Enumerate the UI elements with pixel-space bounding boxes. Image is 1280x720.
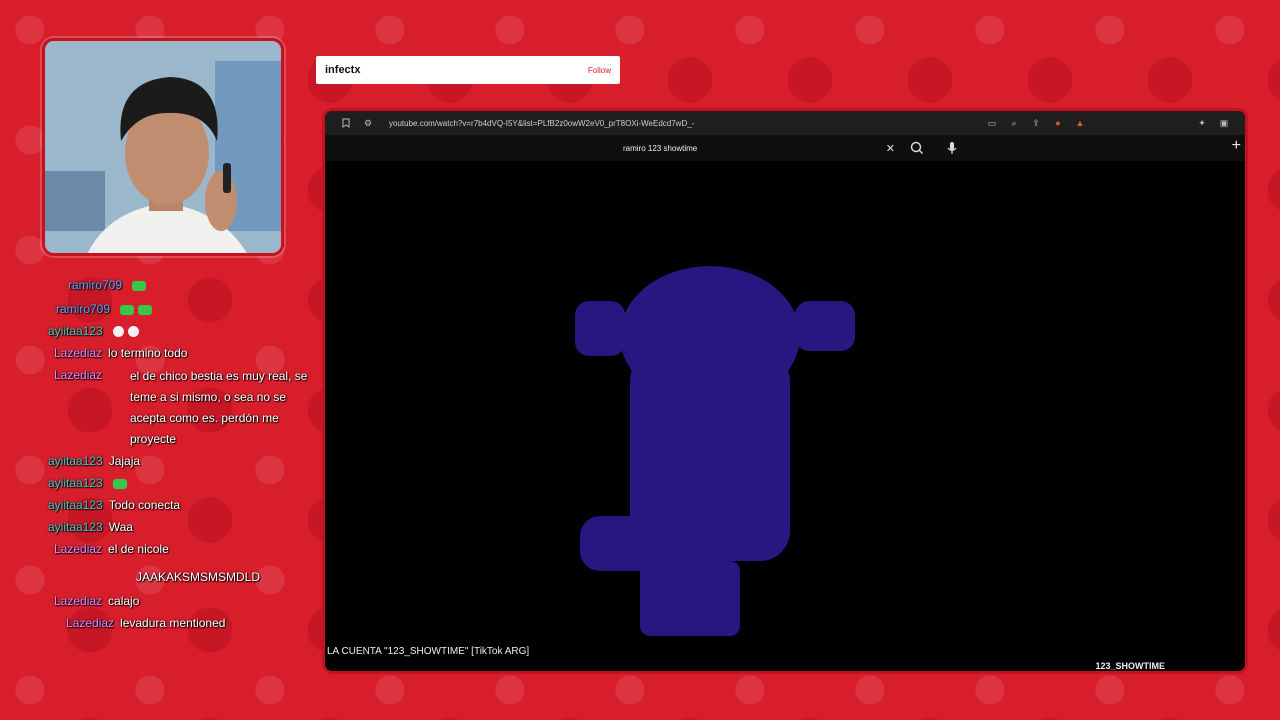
site-info-icon[interactable]: ⚙ (361, 116, 375, 130)
chat-text: el de nicole (108, 542, 169, 556)
emote-icon (138, 304, 153, 315)
extension-icon[interactable]: ● (1051, 116, 1065, 130)
chat-username: ramiro709 (68, 278, 123, 292)
chat-message: ramiro709 (68, 278, 147, 292)
chat-message: Lazediaz levadura mentioned (66, 616, 225, 630)
chat-text: lo termino todo (108, 346, 188, 360)
chat-message: JAAKAKSMSMSMDLD (136, 570, 260, 584)
chat-username: ayiitaa123 (48, 476, 103, 490)
chat-message: ramiro709 (56, 302, 153, 316)
chat-text: Waa (108, 520, 133, 534)
chat-message: ayiitaa123 Jajaja (48, 454, 140, 468)
extensions-puzzle-icon[interactable]: ✦ (1195, 116, 1209, 130)
alert-icon[interactable]: ▲ (1073, 116, 1087, 130)
emote-icon (132, 280, 147, 291)
chat-username: ayiitaa123 (48, 498, 103, 512)
share-icon[interactable]: ⇪ (1029, 116, 1043, 130)
search-query[interactable]: ramiro 123 showtime (623, 144, 886, 153)
emote-icon (120, 304, 135, 315)
channel-name[interactable]: 123_SHOWTIME (1095, 661, 1165, 671)
chat-username: Lazediaz (54, 542, 103, 556)
chat-username: ayiitaa123 (48, 454, 103, 468)
chat-username: ayiitaa123 (48, 324, 103, 338)
cast-icon[interactable]: ▭ (985, 116, 999, 130)
chat-text: Todo conecta (108, 498, 181, 512)
chat-username: Lazediaz (54, 594, 103, 608)
video-player[interactable] (325, 161, 1245, 641)
chat-username: Lazediaz (54, 368, 103, 382)
video-frame (325, 161, 1245, 641)
follower-name: infectx (325, 64, 361, 76)
browser-window: ⚙ youtube.com/watch?v=r7b4dVQ-I5Y&list=P… (322, 108, 1248, 674)
chat-username: Lazediaz (66, 616, 115, 630)
youtube-header: ramiro 123 showtime ✕ + (325, 135, 1245, 161)
window-icon[interactable]: ▣ (1217, 116, 1231, 130)
clear-search-icon[interactable]: ✕ (886, 142, 895, 155)
microphone-icon[interactable] (943, 139, 961, 157)
chat-username: ayiitaa123 (48, 520, 103, 534)
create-plus-icon[interactable]: + (1232, 137, 1241, 155)
emote-icon (112, 326, 124, 338)
video-title[interactable]: LA CUENTA "123_SHOWTIME" [TikTok ARG] (327, 646, 529, 657)
zoom-icon[interactable]: ⌕ (1007, 116, 1021, 130)
chat-username: Lazediaz (54, 346, 103, 360)
chat-message: Lazediaz lo termino todo (54, 346, 187, 360)
url-text[interactable]: youtube.com/watch?v=r7b4dVQ-I5Y&list=PLf… (389, 119, 981, 128)
chat-message: Lazediaz calajo (54, 594, 139, 608)
chat-message: Lazediaz (54, 368, 108, 382)
chat-text: calajo (108, 594, 140, 608)
chat-message: ayiitaa123 (48, 324, 139, 338)
chat-message: ayiitaa123 (48, 476, 127, 490)
emote-icon (127, 326, 139, 338)
chat-text: JAAKAKSMSMSMDLD (136, 570, 261, 584)
streamer-image (45, 41, 281, 253)
chat-message-text: el de chico bestia es muy real, se teme … (130, 369, 308, 446)
chat-text: levadura mentioned (120, 616, 226, 630)
chat-text: Jajaja (108, 454, 141, 468)
address-bar: ⚙ youtube.com/watch?v=r7b4dVQ-I5Y&list=P… (325, 111, 1245, 135)
search-icon[interactable] (908, 139, 926, 157)
chat-username: ramiro709 (56, 302, 111, 316)
emote-icon (112, 478, 127, 489)
chat-message: Lazediaz el de nicole (54, 542, 169, 556)
bookmark-icon[interactable] (339, 116, 353, 130)
follow-button[interactable]: Follow (588, 66, 611, 75)
webcam-feed (42, 38, 284, 256)
chat-message: ayiitaa123 Todo conecta (48, 498, 180, 512)
chat-message: ayiitaa123 Waa (48, 520, 133, 534)
search-input[interactable]: ramiro 123 showtime ✕ (615, 138, 905, 158)
follow-alert: infectx Follow (316, 56, 620, 84)
chat-overlay: ramiro709 ramiro709 ayiitaa123 Lazediaz l… (0, 270, 320, 640)
